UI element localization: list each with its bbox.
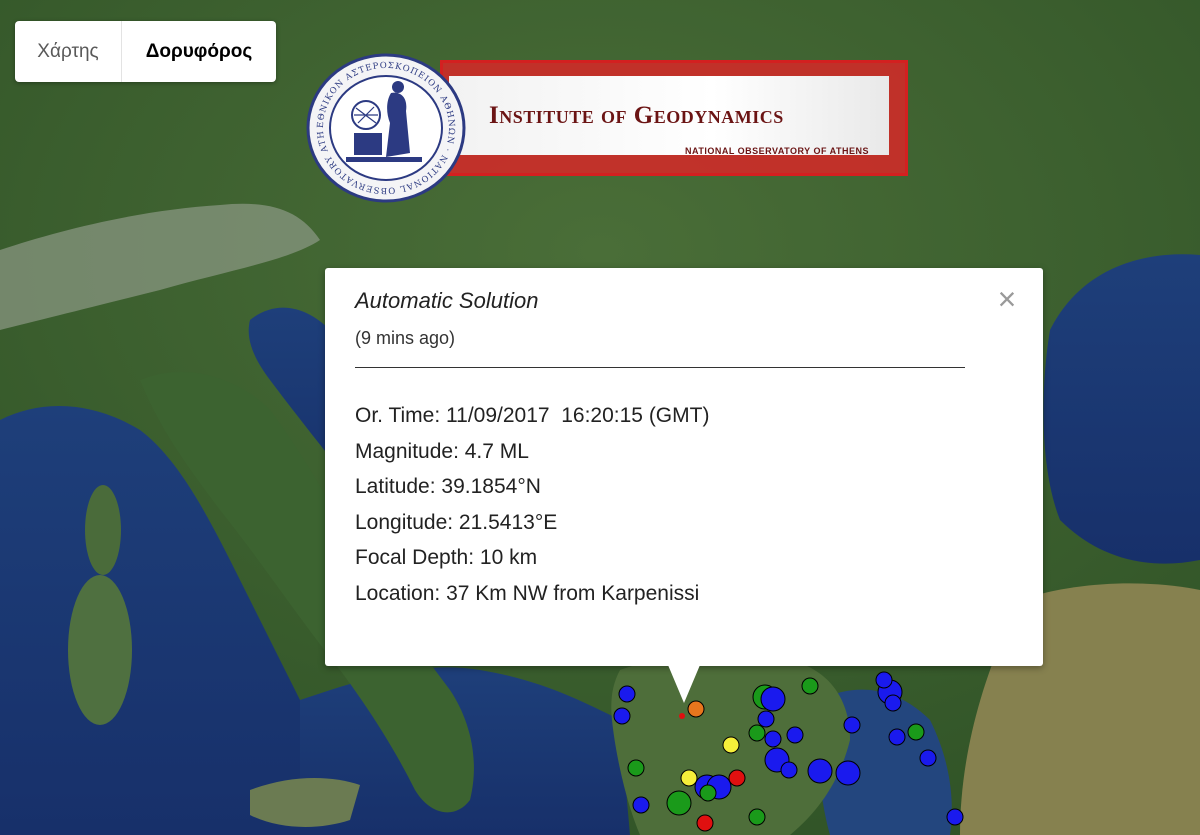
epicenter-marker[interactable] [748,724,766,742]
epicenter-marker[interactable] [786,726,804,744]
epicenter-marker[interactable] [627,759,645,777]
epicenter-marker[interactable] [801,677,819,695]
sicily [250,778,360,827]
banner-subtitle: NATIONAL OBSERVATORY OF ATHENS [684,146,869,156]
institute-banner: Institute of Geodynamics NATIONAL OBSERV… [440,60,908,176]
info-divider [355,367,965,368]
earthquake-info-window: Automatic Solution (9 mins ago) Or. Time… [325,268,1043,666]
observatory-seal-logo: ΕΘΝΙΚΟΝ ΑΣΤΕΡΟΣΚΟΠΕΙΟΝ ΑΘΗΝΩΝ · NATIONAL… [306,53,466,203]
epicenter-marker[interactable] [888,728,906,746]
epicenter-marker[interactable] [687,700,705,718]
epicenter-marker[interactable] [764,730,782,748]
epicenter-marker[interactable] [843,716,861,734]
epicenter-marker[interactable] [699,784,717,802]
epicenter-marker[interactable] [919,749,937,767]
epicenter-marker[interactable] [780,761,798,779]
info-window-pointer [668,665,700,703]
epicenter-marker[interactable] [728,769,746,787]
latest-epicenter-dot[interactable] [679,713,685,719]
epicenter-marker[interactable] [760,686,786,712]
epicenter-marker[interactable] [884,694,902,712]
corsica [85,485,121,575]
epicenter-marker[interactable] [696,814,714,832]
info-focal-depth: Focal Depth: 10 km [355,546,538,569]
epicenter-marker[interactable] [757,710,775,728]
epicenter-marker[interactable] [907,723,925,741]
epicenter-marker[interactable] [748,808,766,826]
epicenter-marker[interactable] [807,758,833,784]
epicenter-marker[interactable] [632,796,650,814]
info-title: Automatic Solution [355,288,539,313]
map-type-map-button[interactable]: Χάρτης [15,21,122,82]
map-type-satellite-button[interactable]: Δορυφόρος [122,21,276,82]
epicenter-marker[interactable] [835,760,861,786]
banner-plate: Institute of Geodynamics NATIONAL OBSERV… [449,76,889,156]
sardinia [68,575,132,725]
close-icon[interactable]: × [992,283,1022,315]
epicenter-marker[interactable] [722,736,740,754]
banner-title: Institute of Geodynamics [489,102,784,129]
info-magnitude: Magnitude: 4.7 ML [355,439,529,463]
epicenter-marker[interactable] [680,769,698,787]
epicenter-marker[interactable] [613,707,631,725]
epicenter-marker[interactable] [666,790,692,816]
info-longitude: Longitude: 21.5413°E [355,510,558,534]
info-window-content: Automatic Solution (9 mins ago) Or. Time… [355,288,995,611]
info-location: Location: 37 Km NW from Karpenissi [355,581,700,605]
info-time-ago: (9 mins ago) [355,328,456,348]
info-origin-time: Or. Time: 11/09/2017 16:20:15 (GMT) [355,404,710,427]
map-type-control: Χάρτης Δορυφόρος [15,21,276,82]
info-latitude: Latitude: 39.1854°N [355,475,541,498]
epicenter-marker[interactable] [618,685,636,703]
epicenter-marker[interactable] [946,808,964,826]
epicenter-marker[interactable] [875,671,893,689]
